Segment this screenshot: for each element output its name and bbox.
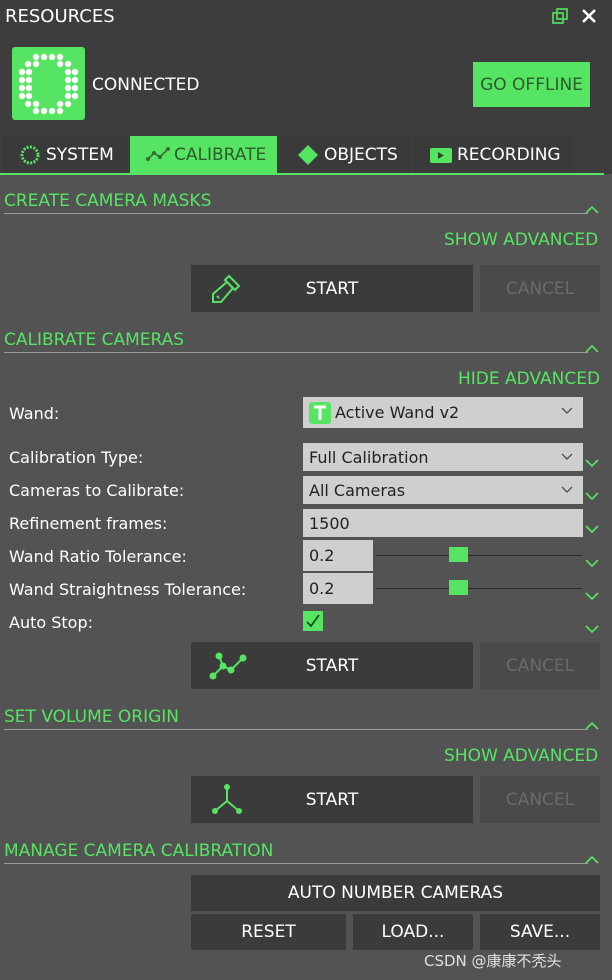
connection-status: CONNECTED	[92, 75, 200, 95]
load-button[interactable]: LOAD...	[353, 914, 473, 950]
wand-value: Active Wand v2	[335, 403, 460, 422]
tab-objects[interactable]: OBJECTS	[280, 136, 410, 174]
origin-cancel-button[interactable]: CANCEL	[480, 776, 600, 823]
wand-ratio-input[interactable]: 0.2	[303, 540, 373, 571]
collapse-icon[interactable]	[585, 205, 599, 215]
system-icon	[18, 143, 42, 167]
masks-start-label: START	[305, 278, 359, 299]
popout-icon[interactable]	[551, 7, 569, 25]
wand-path-icon	[209, 652, 247, 680]
tab-calibrate-label: CALIBRATE	[174, 145, 267, 165]
section-title-manage: MANAGE CAMERA CALIBRATION	[4, 841, 274, 861]
axis-origin-icon	[212, 784, 242, 814]
chevron-down-icon	[561, 486, 573, 493]
panel-title: RESOURCES	[5, 6, 115, 27]
origin-start-button[interactable]: START	[191, 776, 473, 823]
expand-icon[interactable]	[585, 591, 599, 601]
watermark: CSDN @康康不秃头	[424, 952, 562, 970]
tab-recording-label: RECORDING	[457, 145, 561, 165]
wand-label: Wand:	[9, 404, 60, 423]
tab-system[interactable]: SYSTEM	[2, 136, 127, 174]
masks-start-button[interactable]: START	[191, 265, 473, 312]
tab-recording[interactable]: RECORDING	[413, 136, 572, 174]
wand-t-icon	[309, 401, 331, 424]
diamond-icon	[296, 143, 320, 167]
section-divider	[4, 352, 588, 353]
wand-ratio-slider-thumb[interactable]	[449, 547, 468, 562]
section-divider	[4, 863, 588, 864]
connection-logo	[12, 47, 85, 120]
wand-straightness-label: Wand Straightness Tolerance:	[9, 580, 247, 599]
checkmark-icon	[306, 614, 320, 628]
section-divider	[4, 729, 588, 730]
masks-cancel-button[interactable]: CANCEL	[480, 265, 600, 312]
tab-objects-label: OBJECTS	[324, 145, 398, 165]
expand-icon[interactable]	[585, 458, 599, 468]
cameras-select[interactable]: All Cameras	[303, 476, 583, 504]
auto-stop-label: Auto Stop:	[9, 613, 93, 632]
calibrate-start-label: START	[305, 655, 359, 676]
expand-icon[interactable]	[585, 491, 599, 501]
tab-underline	[0, 173, 604, 175]
section-title-calibrate: CALIBRATE CAMERAS	[4, 330, 185, 350]
show-advanced-link[interactable]: SHOW ADVANCED	[444, 746, 598, 766]
brush-icon	[212, 274, 241, 303]
collapse-icon[interactable]	[585, 855, 599, 865]
calibration-type-label: Calibration Type:	[9, 448, 144, 467]
reset-button[interactable]: RESET	[191, 914, 346, 950]
hide-advanced-link[interactable]: HIDE ADVANCED	[458, 369, 600, 389]
wand-straightness-slider-track[interactable]	[376, 588, 582, 589]
collapse-icon[interactable]	[585, 344, 599, 354]
refinement-input[interactable]: 1500	[303, 509, 583, 537]
chevron-down-icon	[561, 407, 573, 414]
cameras-value: All Cameras	[309, 480, 406, 500]
calibrate-icon	[146, 143, 170, 167]
section-divider	[4, 213, 588, 214]
chevron-down-icon	[561, 453, 573, 460]
auto-stop-checkbox[interactable]	[303, 611, 323, 631]
origin-start-label: START	[305, 789, 359, 810]
auto-number-cameras-button[interactable]: AUTO NUMBER CAMERAS	[191, 875, 600, 911]
calibration-type-select[interactable]: Full Calibration	[303, 443, 583, 471]
wand-straightness-input[interactable]: 0.2	[303, 573, 373, 604]
close-icon[interactable]	[580, 7, 598, 25]
expand-icon[interactable]	[585, 558, 599, 568]
collapse-icon[interactable]	[585, 721, 599, 731]
go-offline-button[interactable]: GO OFFLINE	[473, 62, 590, 107]
camera-icon	[429, 143, 453, 167]
save-button[interactable]: SAVE...	[480, 914, 600, 950]
section-title-origin: SET VOLUME ORIGIN	[4, 707, 180, 727]
tab-calibrate[interactable]: CALIBRATE	[130, 136, 277, 174]
calibration-type-value: Full Calibration	[309, 447, 429, 467]
section-title-masks: CREATE CAMERA MASKS	[4, 191, 212, 211]
expand-icon[interactable]	[585, 524, 599, 534]
calibrate-cancel-button[interactable]: CANCEL	[480, 642, 600, 689]
tab-system-label: SYSTEM	[46, 145, 114, 165]
wand-ratio-label: Wand Ratio Tolerance:	[9, 547, 187, 566]
dot-ring-icon	[18, 53, 79, 115]
wand-ratio-slider-track[interactable]	[376, 555, 582, 556]
cameras-label: Cameras to Calibrate:	[9, 481, 185, 500]
refinement-label: Refinement frames:	[9, 514, 168, 533]
expand-icon[interactable]	[585, 624, 599, 634]
wand-select[interactable]: Active Wand v2	[303, 397, 583, 428]
show-advanced-link[interactable]: SHOW ADVANCED	[444, 230, 598, 250]
wand-straightness-slider-thumb[interactable]	[449, 580, 468, 595]
calibrate-start-button[interactable]: START	[191, 642, 473, 689]
